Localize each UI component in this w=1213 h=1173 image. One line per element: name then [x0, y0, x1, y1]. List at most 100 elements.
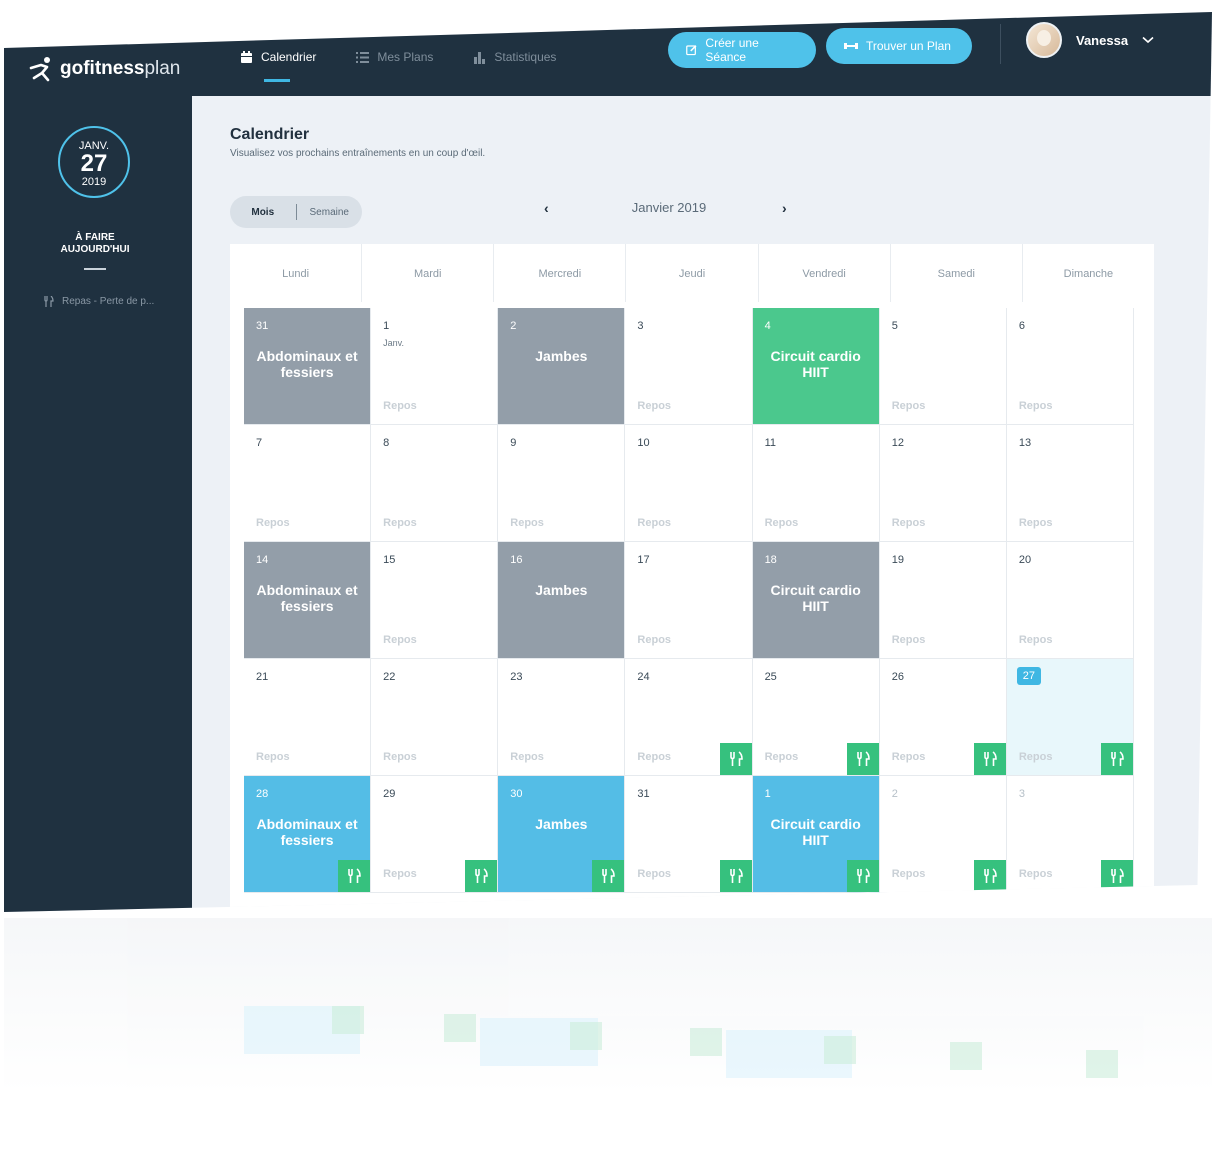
calendar-day[interactable]: 10 Repos	[625, 425, 753, 542]
view-month-option[interactable]: Mois	[230, 207, 296, 218]
calendar-day[interactable]: 17 Repos	[625, 542, 753, 659]
reflection-meal	[1086, 1050, 1118, 1078]
calendar-day-workout[interactable]: 1 Circuit cardio HIIT	[752, 776, 880, 893]
calendar-day-workout[interactable]: 16 Jambes	[498, 542, 626, 659]
day-number: 11	[764, 437, 776, 449]
create-session-button[interactable]: Créer une Séance	[668, 32, 816, 68]
weekday-label: Samedi	[891, 244, 1023, 302]
rest-label: Repos	[891, 400, 926, 412]
meal-button[interactable]	[592, 860, 625, 892]
rest-label: Repos	[1018, 868, 1053, 880]
calendar-day[interactable]: 8 Repos	[371, 425, 499, 542]
logo-text-light: plan	[144, 58, 181, 79]
calendar-day-workout[interactable]: 18 Circuit cardio HIIT	[752, 542, 880, 659]
calendar-day-workout[interactable]: 14 Abdominaux et fessiers	[244, 542, 372, 659]
day-number: 12	[891, 437, 904, 449]
calendar-day[interactable]: 19 Repos	[879, 542, 1007, 659]
calendar-day-workout[interactable]: 30 Jambes	[498, 776, 626, 893]
day-number: 13	[1018, 437, 1032, 449]
today-day: 27	[80, 150, 108, 177]
calendar-day[interactable]: 5 Repos	[879, 308, 1007, 425]
app-logo[interactable]: gofitness plan	[28, 56, 180, 82]
calendar-day[interactable]: 6 Repos	[1006, 308, 1134, 425]
rest-label: Repos	[383, 400, 417, 412]
fork-knife-icon	[856, 751, 870, 766]
calendar-day[interactable]: 11 Repos	[752, 425, 880, 542]
next-month-icon[interactable]: ›	[782, 201, 794, 215]
calendar-day-workout[interactable]: 31 Abdominaux et fessiers	[244, 308, 372, 425]
meal-button[interactable]	[338, 860, 371, 892]
nav-mes-plans[interactable]: Mes Plans	[356, 50, 433, 82]
todo-item-meal[interactable]: Repas - Perte de p...	[44, 296, 154, 307]
rest-label: Repos	[637, 751, 672, 763]
calendar-day[interactable]: 20 Repos	[1006, 542, 1134, 659]
rest-label: Repos	[1018, 400, 1053, 412]
rest-label: Repos	[256, 517, 290, 529]
meal-button[interactable]	[973, 860, 1006, 892]
rest-label: Repos	[637, 400, 672, 412]
prev-month-icon[interactable]: ‹	[544, 201, 556, 215]
calendar-day[interactable]: 2 Repos	[879, 776, 1007, 893]
rest-label: Repos	[383, 751, 417, 763]
rest-label: Repos	[891, 634, 926, 646]
user-name: Vanessa	[1076, 32, 1129, 48]
calendar-day[interactable]: 31 Repos	[625, 776, 753, 893]
calendar-day-workout[interactable]: 28 Abdominaux et fessiers	[244, 776, 372, 893]
calendar-day[interactable]: 21 Repos	[244, 659, 372, 776]
rest-label: Repos	[383, 517, 417, 529]
meal-button[interactable]	[846, 860, 879, 892]
calendar-day[interactable]: 23 Repos	[498, 659, 626, 776]
calendar-day[interactable]: 1 Janv. Repos	[371, 308, 499, 425]
runner-logo-icon	[29, 57, 50, 82]
calendar-day[interactable]: 29 Repos	[371, 776, 499, 893]
weekday-label: Mercredi	[494, 244, 627, 302]
calendar-day[interactable]: 26 Repos	[879, 659, 1007, 776]
day-number: 23	[510, 671, 523, 683]
calendar-day[interactable]: 25 Repos	[752, 659, 880, 776]
fork-knife-icon	[44, 296, 54, 307]
reflection	[4, 918, 1212, 1168]
rest-label: Repos	[256, 751, 290, 763]
topbar-divider	[1000, 24, 1001, 64]
calendar-day[interactable]: 9 Repos	[498, 425, 626, 542]
day-number: 18	[764, 554, 777, 566]
user-menu[interactable]: Vanessa	[1026, 22, 1154, 58]
calendar-grid: 31 Abdominaux et fessiers 1 Janv. Repos 2 Jamb…	[244, 308, 1134, 893]
calendar-day[interactable]: 13 Repos	[1006, 425, 1134, 542]
calendar-day[interactable]: 3 Repos	[1006, 776, 1134, 893]
day-number: 14	[256, 554, 269, 566]
meal-button[interactable]	[1101, 860, 1133, 892]
workout-name: Jambes	[535, 582, 588, 598]
calendar-day[interactable]: 22 Repos	[371, 659, 499, 776]
day-number: 15	[383, 554, 396, 566]
meal-button[interactable]	[846, 743, 879, 775]
calendar-day[interactable]: 7 Repos	[244, 425, 372, 542]
avatar	[1026, 22, 1062, 58]
day-number: 24	[637, 671, 650, 683]
page-title: Calendrier	[230, 126, 310, 143]
meal-button[interactable]	[719, 860, 752, 892]
calendar-icon	[241, 50, 252, 63]
calendar-day[interactable]: 12 Repos	[879, 425, 1007, 542]
calendar-day[interactable]: 27 Repos	[1006, 659, 1134, 776]
fork-knife-icon	[348, 868, 361, 883]
meal-button[interactable]	[465, 860, 498, 892]
view-week-option[interactable]: Semaine	[297, 207, 363, 218]
current-month-label: Janvier 2019	[631, 200, 707, 215]
calendar-day-workout[interactable]: 2 Jambes	[498, 308, 626, 425]
find-plan-button[interactable]: Trouver un Plan	[826, 28, 972, 64]
calendar-day[interactable]: 15 Repos	[371, 542, 499, 659]
day-month-label: Janv.	[383, 338, 404, 348]
day-number: 20	[1018, 554, 1032, 566]
reflection-meal	[690, 1028, 722, 1056]
calendar-day-workout[interactable]: 4 Circuit cardio HIIT	[752, 308, 880, 425]
meal-button[interactable]	[1101, 743, 1133, 775]
meal-button[interactable]	[719, 743, 752, 775]
nav-statistiques[interactable]: Statistiques	[473, 50, 556, 82]
calendar-day[interactable]: 24 Repos	[625, 659, 753, 776]
meal-button[interactable]	[973, 743, 1006, 775]
nav-calendrier[interactable]: Calendrier	[240, 50, 316, 82]
day-number: 2	[891, 788, 898, 800]
calendar-day[interactable]: 3 Repos	[625, 308, 753, 425]
today-badge: 27	[1016, 667, 1041, 685]
